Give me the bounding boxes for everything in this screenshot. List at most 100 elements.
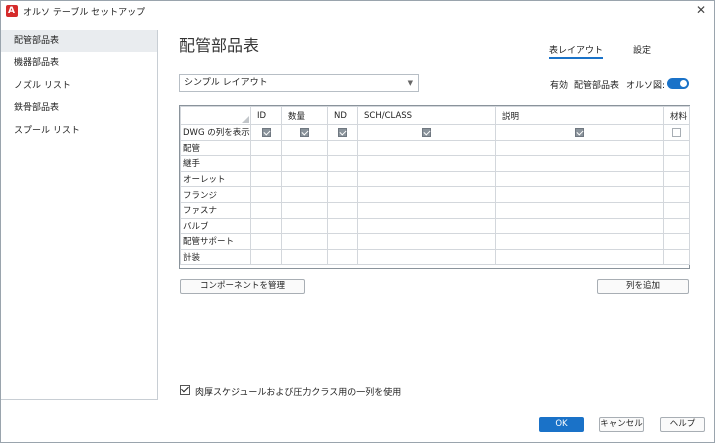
cell[interactable] [495,139,664,157]
title-bar: A オルソ テーブル セットアップ ✕ [1,1,714,21]
cell[interactable] [327,170,358,188]
toggle-knob [680,80,687,87]
single-column-checkbox[interactable] [180,385,190,395]
cell[interactable] [250,170,282,188]
single-column-label: 肉厚スケジュールおよび圧力クラス用の一列を使用 [195,388,402,398]
cell[interactable] [495,233,664,250]
table-row[interactable]: バルブ [180,217,690,235]
cell[interactable] [327,139,358,157]
table-row[interactable]: 配管サポート [180,233,690,250]
help-button[interactable]: ヘルプ [660,417,705,432]
cell[interactable] [495,248,664,266]
close-icon[interactable]: ✕ [694,3,708,17]
app-icon-letter: A [8,6,15,16]
cell[interactable] [357,217,496,235]
sidebar: 配管部品表 機器部品表 ノズル リスト 鉄骨部品表 スプール リスト [1,30,158,400]
column-header-id[interactable]: ID [250,106,282,125]
cell[interactable] [663,170,690,188]
manage-components-button[interactable]: コンポーネントを管理 [180,279,305,294]
cell[interactable] [327,186,358,203]
column-header-description[interactable]: 説明 [495,106,664,125]
sidebar-item-steel-bom[interactable]: 鉄骨部品表 [1,97,157,119]
cell[interactable] [281,139,328,157]
table-row[interactable]: ファスナ [180,201,690,219]
cell[interactable] [357,233,496,250]
cell[interactable] [663,186,690,203]
sidebar-item-spool-list[interactable]: スプール リスト [1,120,157,142]
tab-table-layout[interactable]: 表レイアウト [549,43,604,59]
sidebar-item-piping-bom[interactable]: 配管部品表 [1,30,157,52]
cell[interactable] [250,233,282,250]
cell[interactable] [663,155,690,172]
cell[interactable] [250,186,282,203]
show-nd-checkbox[interactable] [338,127,347,137]
row-label-pipe-supports: 配管サポート [180,233,251,250]
cell[interactable] [495,170,664,188]
table-row[interactable]: 配管 [180,139,690,157]
row-label-pipe: 配管 [180,139,251,157]
cell[interactable] [327,233,358,250]
cell[interactable] [250,155,282,172]
grid-corner [180,106,251,125]
table-row[interactable]: フランジ [180,186,690,203]
table-row[interactable]: 継手 [180,155,690,172]
cell[interactable] [663,201,690,219]
cell[interactable] [250,248,282,266]
tab-settings[interactable]: 設定 [633,43,651,56]
cell[interactable] [495,186,664,203]
row-label-valves: バルブ [180,217,251,235]
cell[interactable] [281,233,328,250]
show-in-dwg-row: DWG の列を表示 [180,124,690,141]
ok-button[interactable]: OK [539,417,584,432]
cell[interactable] [250,201,282,219]
cell[interactable] [357,186,496,203]
cell[interactable] [327,201,358,219]
cell[interactable] [495,217,664,235]
cell[interactable] [357,155,496,172]
columns-grid: ID 数量 ND SCH/CLASS 説明 材料 DWG の列を表示 配管 継手… [179,105,690,269]
cell[interactable] [327,217,358,235]
cell[interactable] [663,248,690,266]
show-material-checkbox[interactable] [672,127,681,137]
layout-select[interactable]: シンプル レイアウト ▼ [179,74,419,92]
cell[interactable] [357,139,496,157]
sidebar-item-equipment-bom[interactable]: 機器部品表 [1,52,157,74]
ortho-toggle[interactable] [667,78,689,89]
cell[interactable] [327,155,358,172]
row-label-fittings: 継手 [180,155,251,172]
cell[interactable] [663,233,690,250]
cell[interactable] [495,201,664,219]
setup-dialog: A オルソ テーブル セットアップ ✕ 配管部品表 機器部品表 ノズル リスト … [0,0,715,443]
cell [663,124,690,141]
cell[interactable] [663,217,690,235]
cell[interactable] [281,248,328,266]
cell[interactable] [495,155,664,172]
table-row[interactable]: 計装 [180,248,690,266]
cell[interactable] [327,248,358,266]
cell[interactable] [281,217,328,235]
cell[interactable] [250,217,282,235]
cell[interactable] [357,170,496,188]
enabled-table-name: 配管部品表 [574,81,620,91]
cancel-button[interactable]: キャンセル [599,417,644,432]
show-quantity-checkbox[interactable] [300,127,309,137]
show-sch-class-checkbox[interactable] [422,127,431,137]
cell[interactable] [281,155,328,172]
show-description-checkbox[interactable] [575,127,584,137]
table-row[interactable]: オーレット [180,170,690,188]
add-column-button[interactable]: 列を追加 [597,279,689,294]
column-header-quantity[interactable]: 数量 [281,106,328,125]
ortho-label: オルソ図: [626,81,666,91]
cell[interactable] [281,201,328,219]
cell[interactable] [281,170,328,188]
cell[interactable] [663,139,690,157]
column-header-sch-class[interactable]: SCH/CLASS [357,106,496,125]
cell[interactable] [357,248,496,266]
column-header-material[interactable]: 材料 [663,106,690,125]
column-header-nd[interactable]: ND [327,106,358,125]
cell[interactable] [357,201,496,219]
show-id-checkbox[interactable] [261,127,271,137]
cell[interactable] [281,186,328,203]
sidebar-item-nozzle-list[interactable]: ノズル リスト [1,75,157,97]
cell[interactable] [250,139,282,157]
